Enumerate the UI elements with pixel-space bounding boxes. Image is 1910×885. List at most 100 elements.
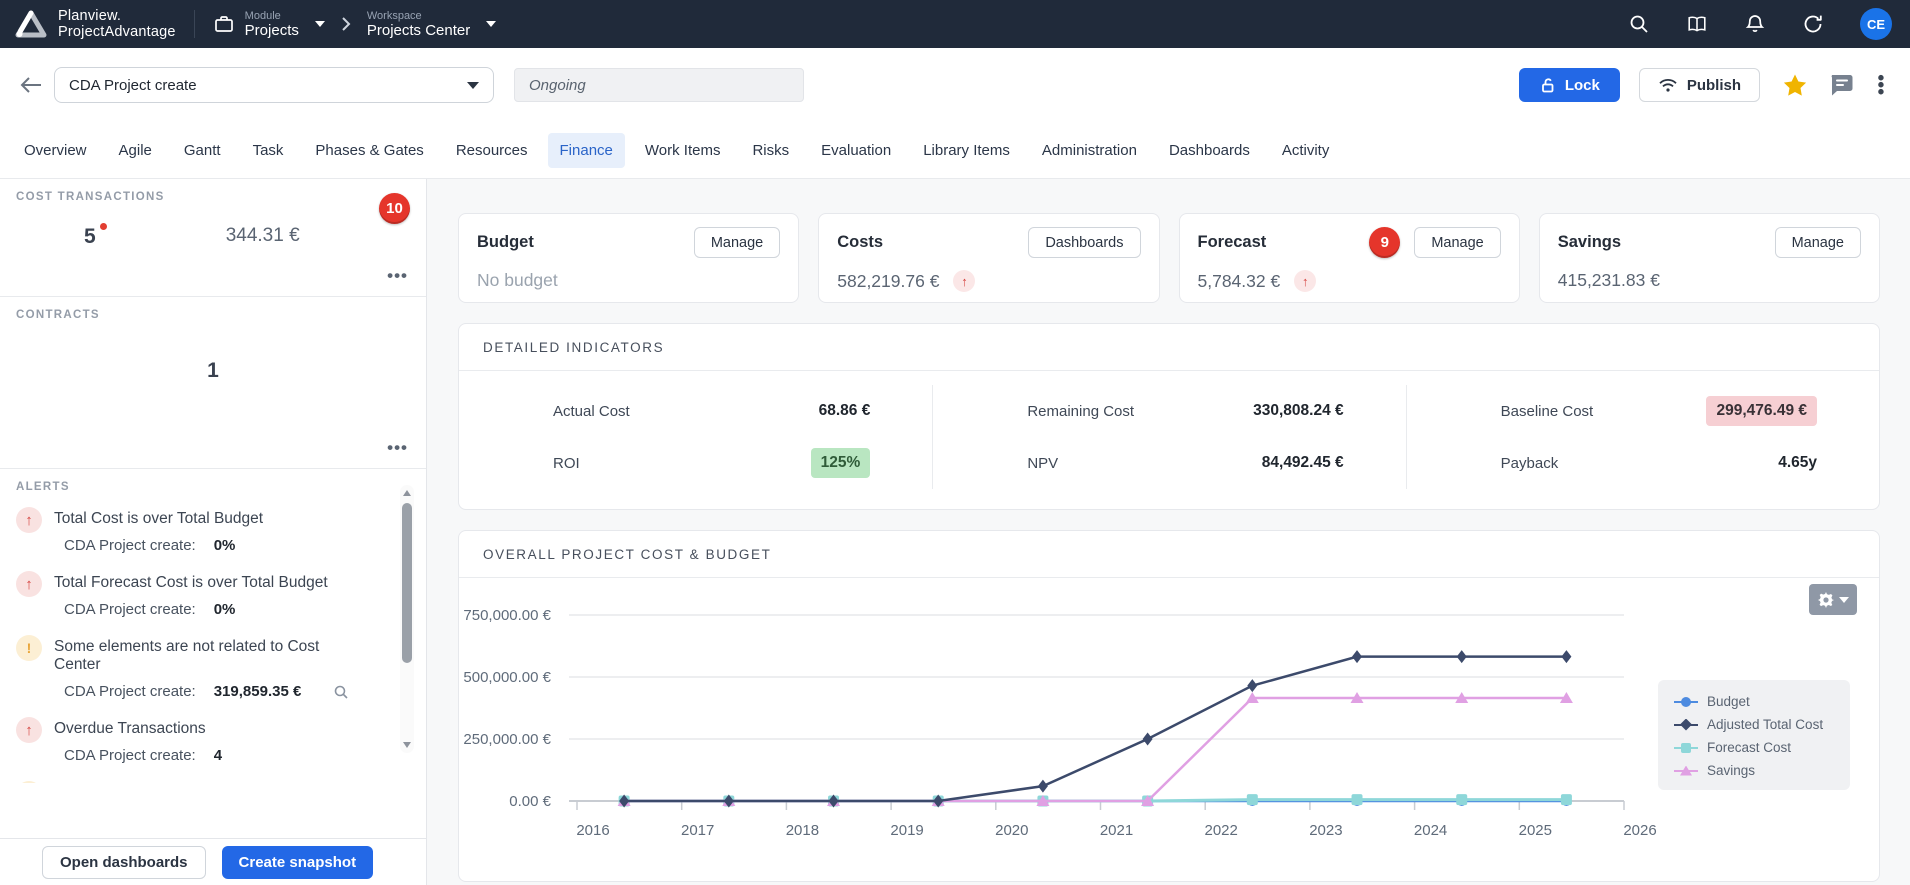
create-snapshot-button[interactable]: Create snapshot <box>222 846 374 879</box>
alert-item[interactable]: ↑ Total Cost is over Total Budget CDA Pr… <box>16 507 370 554</box>
svg-text:2023: 2023 <box>1309 822 1342 839</box>
chart-title: OVERALL PROJECT COST & BUDGET <box>483 547 771 562</box>
chevron-down-icon <box>467 82 479 89</box>
brand-text: Planview. ProjectAdvantage <box>58 8 176 40</box>
alert-item[interactable]: ! Some elements are not related to Cost … <box>16 635 370 700</box>
comments-icon[interactable] <box>1828 73 1854 97</box>
alert-item[interactable]: ! Transactions outside budget horizon <box>16 781 370 783</box>
alert-critical-up-icon: ↑ <box>16 717 42 743</box>
top-bar: Planview. ProjectAdvantage Module Projec… <box>0 0 1910 48</box>
svg-text:750,000.00 €: 750,000.00 € <box>463 607 551 624</box>
planview-brand: Planview. ProjectAdvantage <box>14 8 176 40</box>
tab-library-items[interactable]: Library Items <box>911 133 1022 168</box>
lock-open-icon <box>1539 77 1556 94</box>
legend-marker-square <box>1674 742 1698 754</box>
tab-risks[interactable]: Risks <box>740 133 801 168</box>
topbar-divider <box>194 10 195 38</box>
scrollbar-thumb[interactable] <box>402 503 412 663</box>
tab-finance[interactable]: Finance <box>548 133 625 168</box>
alerts-list: ↑ Total Cost is over Total Budget CDA Pr… <box>16 507 410 783</box>
svg-text:2020: 2020 <box>995 822 1028 839</box>
indicator-remaining-cost: Remaining Cost 330,808.24 € <box>932 385 1405 437</box>
search-icon[interactable] <box>1628 13 1650 35</box>
tab-evaluation[interactable]: Evaluation <box>809 133 903 168</box>
forecast-manage-button[interactable]: Manage <box>1414 227 1500 258</box>
tab-phases-gates[interactable]: Phases & Gates <box>303 133 435 168</box>
legend-budget: Budget <box>1674 694 1836 709</box>
module-tabs: Overview Agile Gantt Task Phases & Gates… <box>0 122 1910 178</box>
tab-gantt[interactable]: Gantt <box>172 133 233 168</box>
alert-item[interactable]: ↑ Total Forecast Cost is over Total Budg… <box>16 571 370 618</box>
baseline-cost-pill: 299,476.49 € <box>1706 396 1817 426</box>
unread-dot <box>100 223 107 230</box>
budget-manage-button[interactable]: Manage <box>694 227 780 258</box>
indicator-baseline-cost: Baseline Cost 299,476.49 € <box>1406 385 1879 437</box>
trend-up-icon: ↑ <box>953 270 975 292</box>
alert-item[interactable]: ↑ Overdue Transactions CDA Project creat… <box>16 717 370 764</box>
tab-administration[interactable]: Administration <box>1030 133 1149 168</box>
finance-main: Budget Manage No budget Costs Dashboards… <box>427 179 1910 885</box>
svg-text:2024: 2024 <box>1414 822 1447 839</box>
alert-search-icon[interactable] <box>333 684 349 700</box>
svg-text:2017: 2017 <box>681 822 714 839</box>
publish-button[interactable]: Publish <box>1639 68 1760 102</box>
svg-text:2022: 2022 <box>1205 822 1238 839</box>
cost-transactions-menu-icon[interactable]: ••• <box>387 266 408 286</box>
workspace-switcher[interactable]: Workspace Projects Center <box>367 10 496 39</box>
tab-work-items[interactable]: Work Items <box>633 133 733 168</box>
tab-activity[interactable]: Activity <box>1270 133 1342 168</box>
favorite-star-icon[interactable] <box>1782 73 1808 98</box>
savings-manage-button[interactable]: Manage <box>1775 227 1861 258</box>
cost-transactions-title: COST TRANSACTIONS <box>16 191 410 203</box>
refresh-icon[interactable] <box>1802 13 1824 35</box>
user-avatar[interactable]: CE <box>1860 8 1892 40</box>
tab-task[interactable]: Task <box>241 133 296 168</box>
costs-card: Costs Dashboards 582,219.76 € ↑ <box>818 213 1159 303</box>
legend-marker-diamond <box>1674 719 1698 731</box>
breadcrumb-chevron-icon <box>341 16 351 32</box>
tab-overview[interactable]: Overview <box>12 133 99 168</box>
alerts-title: ALERTS <box>16 481 410 493</box>
budget-value: No budget <box>477 270 780 291</box>
legend-adjusted-total-cost: Adjusted Total Cost <box>1674 717 1836 732</box>
tab-resources[interactable]: Resources <box>444 133 540 168</box>
open-dashboards-button[interactable]: Open dashboards <box>42 846 206 879</box>
tab-dashboards[interactable]: Dashboards <box>1157 133 1262 168</box>
svg-text:2026: 2026 <box>1623 822 1656 839</box>
svg-text:2021: 2021 <box>1100 822 1133 839</box>
contracts-menu-icon[interactable]: ••• <box>387 438 408 458</box>
library-book-icon[interactable] <box>1686 13 1708 35</box>
roi-pill: 125% <box>811 448 871 478</box>
notifications-bell-icon[interactable] <box>1744 13 1766 35</box>
module-label: Module <box>245 10 299 22</box>
module-value: Projects <box>245 22 299 39</box>
alert-critical-up-icon: ↑ <box>16 571 42 597</box>
finance-sidebar: COST TRANSACTIONS 10 5 344.31 € ••• CONT… <box>0 179 427 885</box>
forecast-badge: 9 <box>1369 227 1400 258</box>
alerts-scrollbar[interactable] <box>400 485 414 753</box>
lock-button[interactable]: Lock <box>1519 68 1620 102</box>
back-button[interactable] <box>16 70 46 100</box>
indicator-actual-cost: Actual Cost 68.86 € <box>459 385 932 437</box>
tab-agile[interactable]: Agile <box>107 133 164 168</box>
scroll-down-icon[interactable] <box>403 742 411 748</box>
overflow-menu-icon[interactable]: ••• <box>1874 75 1888 96</box>
forecast-value: 5,784.32 € <box>1198 271 1281 292</box>
cost-transactions-count: 5 <box>84 225 96 249</box>
costs-card-title: Costs <box>837 233 883 252</box>
svg-text:2016: 2016 <box>576 822 609 839</box>
savings-value: 415,231.83 € <box>1558 270 1660 291</box>
costs-dashboards-button[interactable]: Dashboards <box>1028 227 1140 258</box>
cost-transactions-amount: 344.31 € <box>226 225 300 249</box>
scroll-up-icon[interactable] <box>403 490 411 496</box>
contracts-count: 1 <box>16 359 410 383</box>
briefcase-icon <box>213 13 235 35</box>
project-header: CDA Project create Ongoing Lock Publish … <box>0 48 1910 122</box>
alert-warning-icon: ! <box>16 781 42 783</box>
project-status-field: Ongoing <box>514 68 804 102</box>
svg-text:0.00 €: 0.00 € <box>509 793 551 810</box>
project-select[interactable]: CDA Project create <box>54 67 494 103</box>
module-switcher[interactable]: Module Projects <box>213 10 325 39</box>
chart-legend: Budget Adjusted Total Cost Forecast Cost… <box>1658 680 1850 790</box>
costs-value: 582,219.76 € <box>837 271 939 292</box>
